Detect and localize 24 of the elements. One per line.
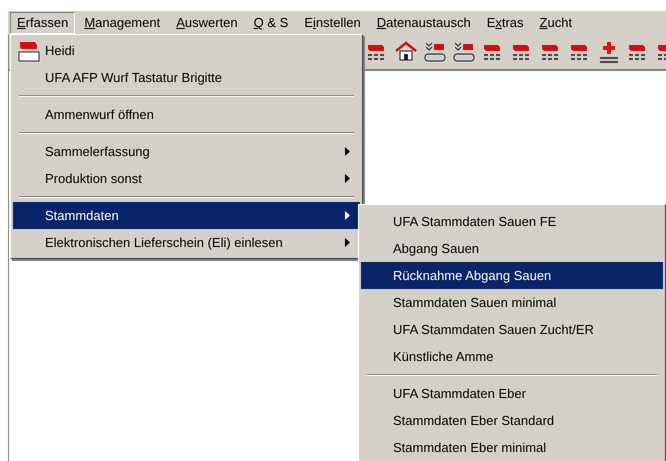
menu-bar-item[interactable]: Erfassen bbox=[10, 12, 76, 34]
menu-item[interactable]: Stammdaten Eber minimal bbox=[361, 434, 663, 461]
menu-item[interactable]: Sammelerfassung bbox=[13, 138, 360, 165]
menu-bar-item[interactable]: Datenaustausch bbox=[370, 12, 478, 34]
menu-item[interactable]: Heidi bbox=[13, 37, 360, 64]
menu-bar-item[interactable]: Management bbox=[77, 12, 168, 34]
menu-item[interactable]: Stammdaten Sauen minimal bbox=[361, 289, 663, 316]
menu-item[interactable]: Rücknahme Abgang Sauen bbox=[361, 262, 663, 289]
menu-item[interactable]: UFA Stammdaten Sauen FE bbox=[361, 208, 663, 235]
menu-item[interactable]: Stammdaten Eber Standard bbox=[361, 407, 663, 434]
menu-item[interactable]: UFA Stammdaten Eber bbox=[361, 380, 663, 407]
menu-bar-item[interactable]: Zucht bbox=[532, 12, 580, 34]
menu-item[interactable]: Ammenwurf öffnen bbox=[13, 101, 360, 128]
menu-item[interactable]: Stammdaten bbox=[13, 202, 360, 229]
menu-item[interactable]: Elektronischen Lieferschein (Eli) einlesen bbox=[13, 229, 360, 256]
menu-item[interactable]: Abgang Sauen bbox=[361, 235, 663, 262]
menu-item[interactable]: UFA Stammdaten Sauen Zucht/ER bbox=[361, 316, 663, 343]
menu-bar-item[interactable]: Auswerten bbox=[169, 12, 245, 34]
menu-item[interactable]: Produktion sonst bbox=[13, 165, 360, 192]
menu-bar-item[interactable]: Q & S bbox=[246, 12, 296, 34]
menu-bar-item[interactable]: Extras bbox=[480, 12, 531, 34]
menu-bar-item[interactable]: Einstellen bbox=[297, 12, 368, 34]
menu-item[interactable]: Künstliche Amme bbox=[361, 343, 663, 370]
menu-item[interactable]: UFA AFP Wurf Tastatur Brigitte bbox=[13, 64, 360, 91]
